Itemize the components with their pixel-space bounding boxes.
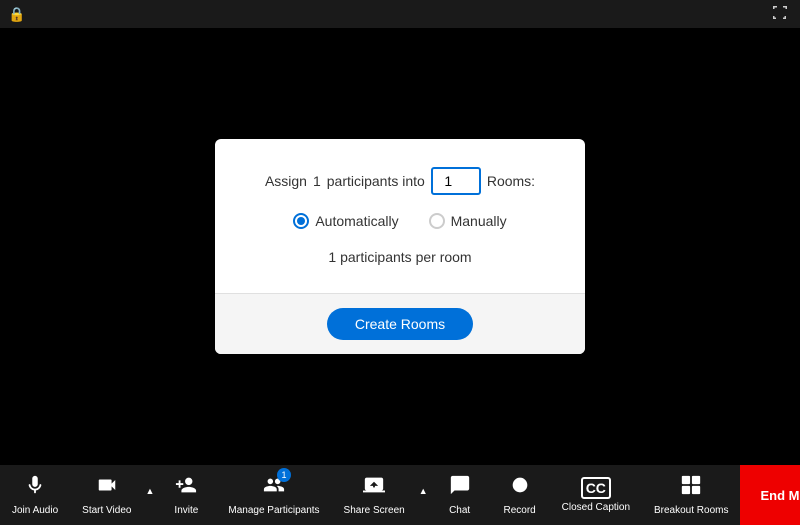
toolbar-item-record[interactable]: Record xyxy=(490,468,550,522)
per-room-text: 1 participants per room xyxy=(245,249,555,265)
top-bar: 🔒 xyxy=(0,0,800,28)
toolbar-left: Join Audio Start Video ▲ Invite xyxy=(0,468,740,522)
participants-icon: 1 xyxy=(263,474,285,502)
join-audio-label: Join Audio xyxy=(12,505,58,516)
share-screen-arrow-icon[interactable]: ▲ xyxy=(417,486,430,496)
toolbar-item-share-screen: Share Screen ▲ xyxy=(332,468,430,522)
share-screen-icon xyxy=(363,474,385,502)
toolbar-item-join-audio[interactable]: Join Audio xyxy=(0,468,70,522)
start-video-btn[interactable]: Start Video xyxy=(70,468,143,522)
chat-icon xyxy=(449,474,471,502)
breakout-rooms-icon xyxy=(680,474,702,502)
main-area: Assign 1 participants into Rooms: Automa… xyxy=(0,28,800,465)
assign-participants-count: 1 xyxy=(313,173,321,189)
toolbar-item-start-video: Start Video ▲ xyxy=(70,468,156,522)
toolbar-item-breakout-rooms[interactable]: Breakout Rooms xyxy=(642,468,740,522)
record-label: Record xyxy=(504,505,536,516)
breakout-rooms-label: Breakout Rooms xyxy=(654,505,728,516)
record-icon xyxy=(509,474,531,502)
create-rooms-button[interactable]: Create Rooms xyxy=(327,308,473,340)
radio-auto-circle xyxy=(293,213,309,229)
fullscreen-button[interactable] xyxy=(768,3,792,26)
dialog-content: Assign 1 participants into Rooms: Automa… xyxy=(215,139,585,293)
assign-label-after: Rooms: xyxy=(487,173,535,189)
breakout-dialog: Assign 1 participants into Rooms: Automa… xyxy=(215,139,585,354)
start-video-label: Start Video xyxy=(82,505,131,516)
invite-icon xyxy=(175,474,197,502)
radio-automatically[interactable]: Automatically xyxy=(293,213,398,229)
radio-row: Automatically Manually xyxy=(245,213,555,229)
radio-manually[interactable]: Manually xyxy=(429,213,507,229)
assign-label-before: Assign xyxy=(265,173,307,189)
invite-label: Invite xyxy=(174,505,198,516)
radio-manual-circle xyxy=(429,213,445,229)
end-meeting-button[interactable]: End Meeting xyxy=(740,465,800,525)
participants-badge: 1 xyxy=(277,468,291,482)
video-arrow-icon[interactable]: ▲ xyxy=(143,486,156,496)
toolbar-item-invite[interactable]: Invite xyxy=(156,468,216,522)
assign-label-middle: participants into xyxy=(327,173,425,189)
manage-participants-label: Manage Participants xyxy=(228,505,319,516)
closed-caption-icon: CC xyxy=(581,477,611,499)
dialog-footer: Create Rooms xyxy=(215,293,585,354)
security-icon: 🔒 xyxy=(8,6,25,23)
share-screen-label: Share Screen xyxy=(344,505,405,516)
assign-row: Assign 1 participants into Rooms: xyxy=(245,167,555,195)
closed-caption-label: Closed Caption xyxy=(562,502,630,513)
radio-manual-label: Manually xyxy=(451,213,507,229)
radio-auto-label: Automatically xyxy=(315,213,398,229)
share-screen-btn[interactable]: Share Screen xyxy=(332,468,417,522)
video-camera-icon xyxy=(96,474,118,502)
toolbar-item-chat[interactable]: Chat xyxy=(430,468,490,522)
microphone-icon xyxy=(24,474,46,502)
toolbar: Join Audio Start Video ▲ Invite xyxy=(0,465,800,525)
rooms-number-input[interactable] xyxy=(431,167,481,195)
chat-label: Chat xyxy=(449,505,470,516)
toolbar-item-manage-participants[interactable]: 1 Manage Participants xyxy=(216,468,331,522)
toolbar-item-closed-caption[interactable]: CC Closed Caption xyxy=(550,471,642,519)
